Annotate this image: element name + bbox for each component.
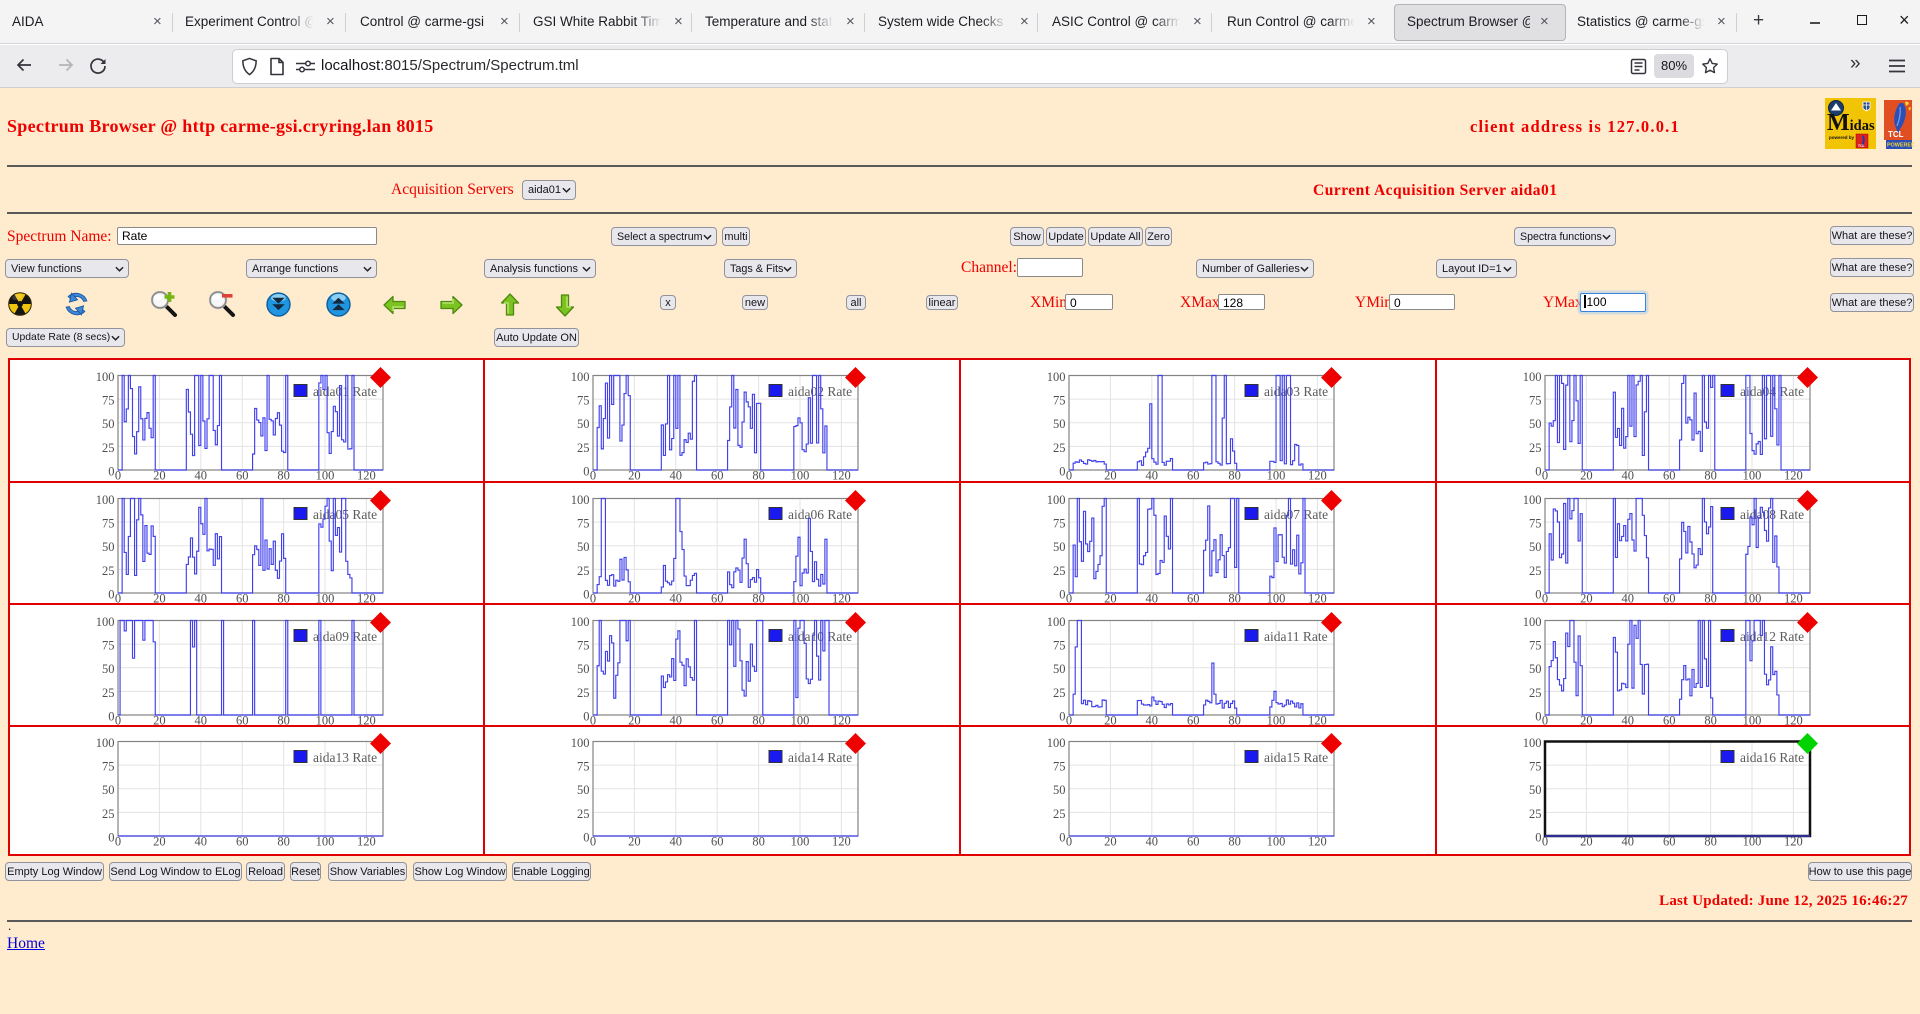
svg-text:TCL: TCL <box>1858 144 1865 148</box>
svg-text:powered by: powered by <box>1829 135 1855 140</box>
svg-text:POWERED: POWERED <box>1887 143 1914 149</box>
svg-text:TCL: TCL <box>1888 130 1904 139</box>
